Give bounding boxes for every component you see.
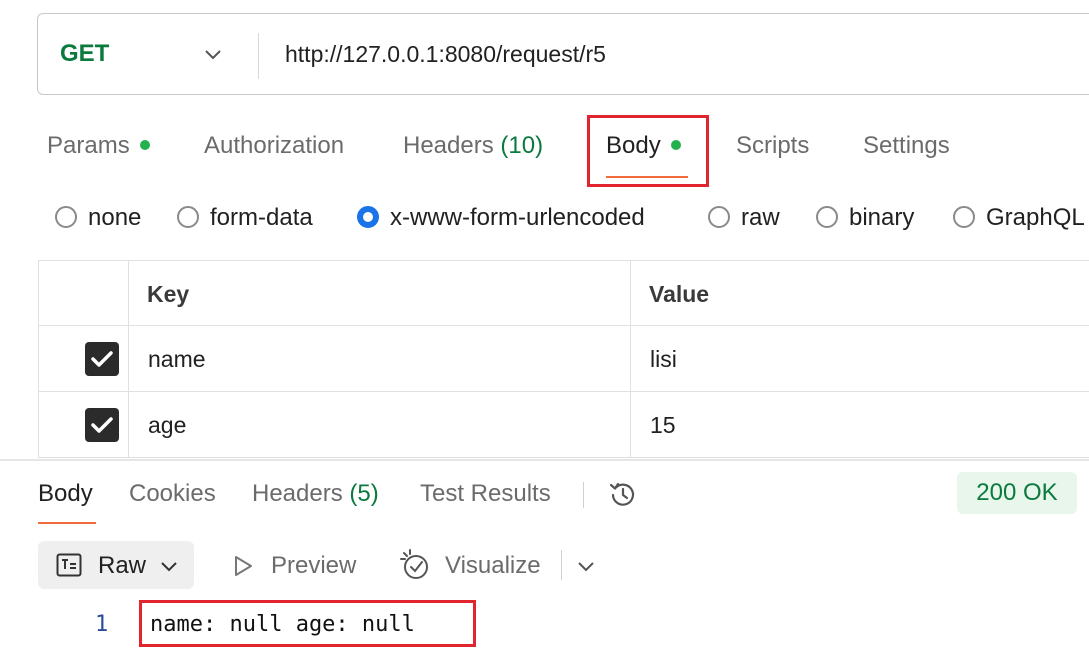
response-tab-headers[interactable]: Headers (5) — [252, 480, 379, 508]
chevron-down-icon[interactable] — [158, 555, 180, 582]
radio-urlencoded-label[interactable]: x-www-form-urlencoded — [390, 204, 645, 232]
radio-raw-label[interactable]: raw — [741, 204, 780, 232]
headers-count: (10) — [500, 132, 544, 159]
column-header-key: Key — [147, 281, 190, 307]
preview-button[interactable]: Preview — [271, 552, 356, 580]
tab-settings[interactable]: Settings — [863, 132, 950, 160]
play-icon[interactable] — [230, 553, 256, 584]
table-row-divider — [38, 391, 1089, 392]
chevron-down-icon[interactable] — [203, 44, 223, 64]
check-icon — [91, 351, 113, 367]
line-number: 1 — [95, 612, 109, 637]
table-col-divider — [128, 260, 129, 458]
params-indicator-dot — [139, 139, 150, 150]
tab-authorization[interactable]: Authorization — [204, 132, 344, 160]
response-body-highlight — [139, 600, 476, 647]
tab-scripts[interactable]: Scripts — [736, 132, 809, 160]
radio-raw[interactable] — [708, 206, 730, 228]
param-key-cell[interactable]: name — [148, 346, 206, 373]
url-divider — [258, 33, 259, 79]
radio-graphql[interactable] — [953, 206, 975, 228]
tab-params-label: Params — [47, 132, 130, 159]
table-row-divider — [38, 325, 1089, 326]
status-badge: 200 OK — [957, 472, 1077, 514]
visualize-button[interactable]: Visualize — [445, 552, 541, 580]
method-select[interactable]: GET — [60, 40, 109, 68]
body-tab-highlight — [587, 115, 709, 187]
radio-graphql-label[interactable]: GraphQL — [986, 204, 1085, 232]
radio-form-data-label[interactable]: form-data — [210, 204, 313, 232]
response-tab-body[interactable]: Body — [38, 480, 93, 508]
param-value-cell[interactable]: 15 — [650, 412, 676, 439]
radio-binary-label[interactable]: binary — [849, 204, 914, 232]
visualize-icon[interactable] — [399, 548, 433, 587]
tab-headers-label: Headers — [403, 132, 494, 159]
radio-form-data[interactable] — [177, 206, 199, 228]
response-headers-count: (5) — [349, 480, 379, 507]
raw-format-label[interactable]: Raw — [98, 552, 146, 580]
row-checkbox[interactable] — [85, 408, 119, 442]
tab-headers[interactable]: Headers (10) — [403, 132, 543, 160]
radio-binary[interactable] — [816, 206, 838, 228]
tab-params[interactable]: Params — [47, 132, 150, 160]
url-input[interactable]: http://127.0.0.1:8080/request/r5 — [285, 41, 606, 68]
chevron-down-icon[interactable] — [575, 555, 597, 582]
toolbar-separator — [561, 550, 562, 580]
history-icon[interactable] — [606, 478, 640, 517]
response-tab-underline — [38, 522, 96, 524]
radio-none[interactable] — [55, 206, 77, 228]
pane-divider[interactable] — [0, 459, 1089, 461]
column-header-value: Value — [649, 281, 710, 307]
response-tab-test-results[interactable]: Test Results — [420, 480, 551, 508]
param-key-cell[interactable]: age — [148, 412, 186, 439]
tab-separator — [583, 482, 584, 508]
check-icon — [91, 417, 113, 433]
radio-urlencoded[interactable] — [357, 206, 379, 228]
param-value-cell[interactable]: lisi — [650, 346, 677, 373]
row-checkbox[interactable] — [85, 342, 119, 376]
table-col-divider — [630, 260, 631, 458]
response-tab-headers-label: Headers — [252, 480, 343, 507]
radio-none-label[interactable]: none — [88, 204, 141, 232]
raw-format-icon — [55, 551, 83, 584]
table-row-divider — [38, 457, 1089, 458]
response-tab-cookies[interactable]: Cookies — [129, 480, 216, 508]
